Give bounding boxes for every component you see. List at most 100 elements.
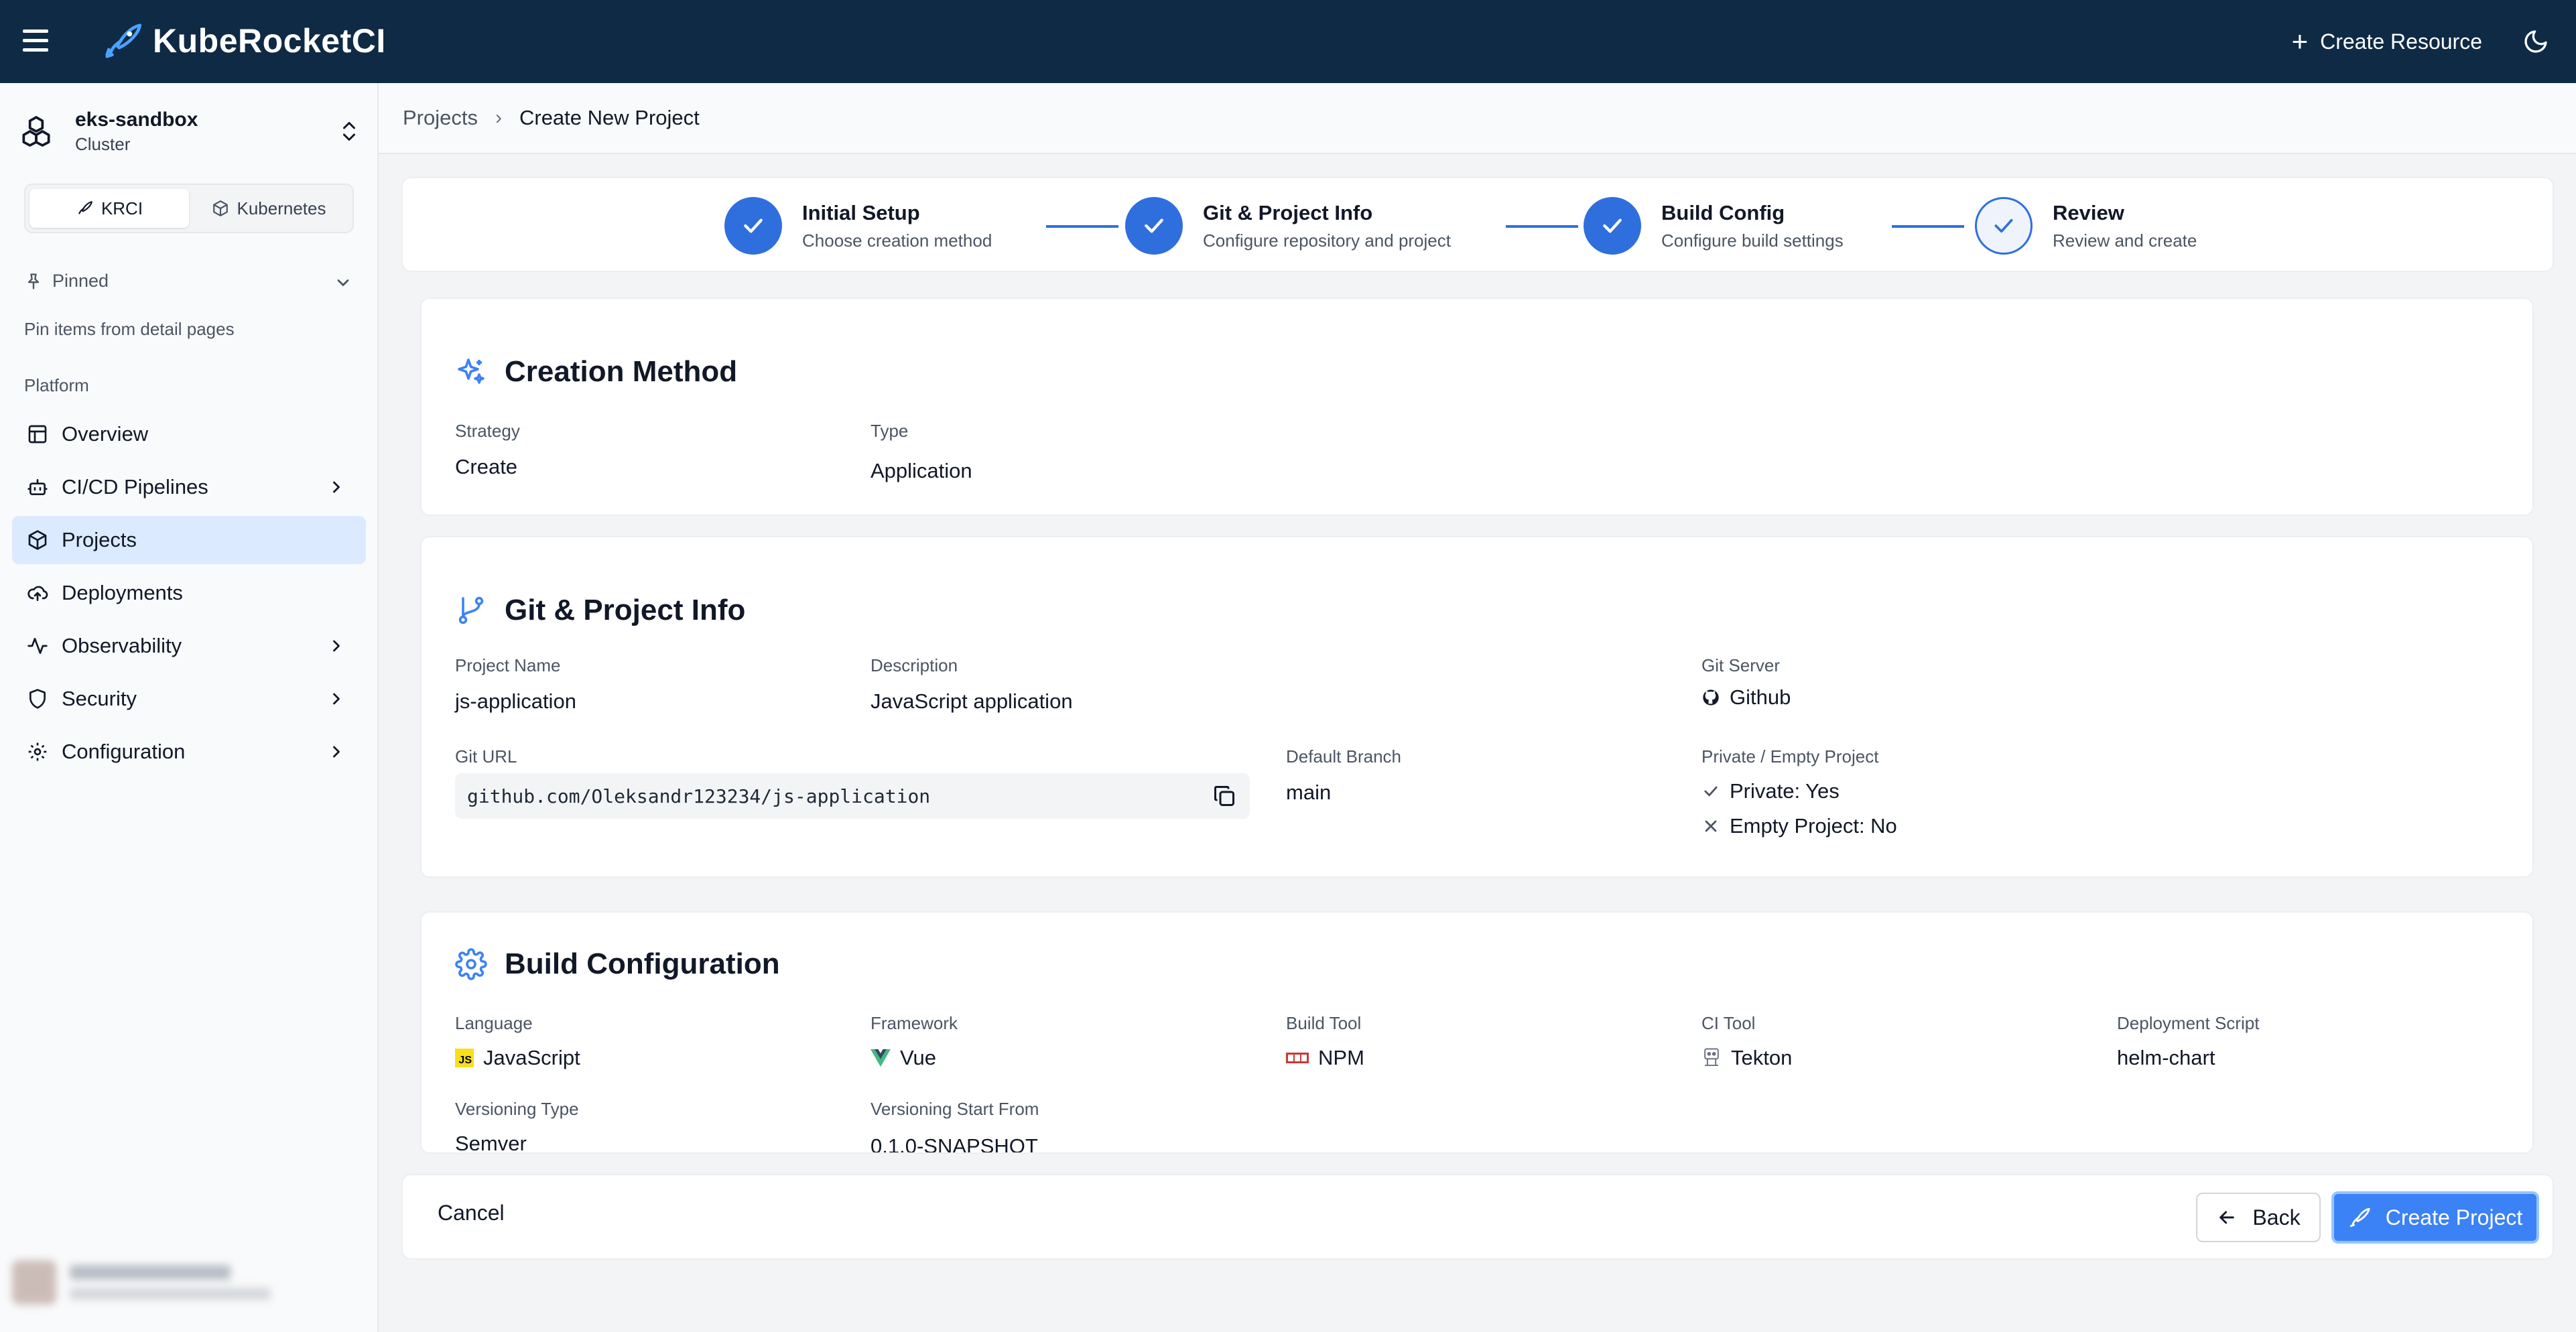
sidebar-item-cicd-pipelines[interactable]: CI/CD Pipelines	[12, 463, 366, 511]
avatar	[12, 1260, 56, 1305]
rocket-icon	[78, 201, 92, 214]
gear-icon	[455, 948, 487, 980]
sidebar-item-label: Deployments	[62, 581, 183, 604]
rocket-icon	[2349, 1207, 2370, 1227]
breadcrumb-projects-link[interactable]: Projects	[403, 106, 478, 130]
create-resource-label: Create Resource	[2320, 29, 2482, 54]
sidebar-nav: Overview CI/CD Pipelines Projects Deploy…	[12, 410, 366, 781]
pin-icon	[27, 273, 40, 289]
layout-icon	[25, 422, 50, 446]
box-icon	[212, 200, 228, 216]
sidebar-item-label: Configuration	[62, 740, 186, 763]
step-connector	[1506, 225, 1578, 228]
cancel-button[interactable]: Cancel	[438, 1201, 505, 1225]
check-icon	[1975, 197, 2033, 255]
bot-icon	[25, 475, 50, 499]
sidebar: eks-sandbox Cluster KRCI Kubernetes Pinn…	[0, 83, 379, 1332]
sidebar-item-observability[interactable]: Observability	[12, 622, 366, 670]
private-value: Private: Yes	[1730, 779, 1840, 803]
wizard-stepper: Initial Setup Choose creation method Git …	[401, 177, 2554, 272]
cluster-switcher[interactable]: eks-sandbox Cluster	[17, 103, 366, 159]
build-tool-field: Build Tool NPM	[1286, 1013, 1364, 1069]
check-icon	[1584, 197, 1641, 255]
sidebar-item-security[interactable]: Security	[12, 675, 366, 723]
shield-icon	[25, 687, 50, 711]
create-project-button[interactable]: Create Project	[2331, 1191, 2539, 1244]
type-field: Type Application	[871, 421, 972, 482]
framework-field: Framework Vue	[871, 1013, 958, 1069]
step-title: Build Config	[1661, 200, 1785, 224]
section-title: Build Configuration	[505, 947, 780, 980]
pinned-toggle[interactable]: Pinned	[24, 271, 352, 291]
git-url-field: github.com/Oleksandr123234/js-applicatio…	[455, 773, 1250, 819]
sidebar-item-overview[interactable]: Overview	[12, 410, 366, 458]
deployment-script-field: Deployment Script helm-chart	[2117, 1013, 2260, 1069]
git-server-field: Git Server Github	[1701, 655, 1791, 709]
git-url-label: Git URL	[455, 746, 517, 767]
breadcrumb: Projects › Create New Project	[379, 83, 2576, 154]
step-build-config[interactable]: Build Config Configure build settings	[1584, 197, 1844, 255]
app-title: KubeRocketCI	[153, 22, 386, 60]
project-name-field: Project Name js-application	[455, 655, 576, 713]
sidebar-item-label: Projects	[62, 528, 137, 551]
sidebar-item-label: Observability	[62, 634, 182, 657]
private-empty-field: Private / Empty Project Private: Yes Emp…	[1701, 746, 1897, 838]
create-resource-button[interactable]: + Create Resource	[2292, 27, 2482, 56]
menu-icon[interactable]	[23, 29, 51, 54]
chevron-right-icon	[333, 746, 340, 758]
breadcrumb-separator-icon: ›	[495, 107, 502, 129]
user-menu-blurred[interactable]	[12, 1249, 361, 1316]
cloud-upload-icon	[25, 581, 50, 605]
plus-icon: +	[2291, 25, 2309, 57]
cluster-icon	[22, 116, 50, 147]
step-desc: Configure build settings	[1661, 230, 1844, 251]
activity-icon	[25, 634, 50, 658]
step-desc: Review and create	[2053, 230, 2197, 251]
app-logo[interactable]: KubeRocketCI	[102, 20, 386, 62]
step-review[interactable]: Review Review and create	[1975, 197, 2197, 255]
wizard-footer: Cancel Back Create Project	[401, 1174, 2554, 1260]
tekton-icon	[1704, 1048, 1719, 1067]
step-initial-setup[interactable]: Initial Setup Choose creation method	[724, 197, 992, 255]
sidebar-item-projects[interactable]: Projects	[12, 516, 366, 564]
sidebar-item-deployments[interactable]: Deployments	[12, 569, 366, 617]
vue-icon	[871, 1049, 891, 1067]
creation-method-section: Creation Method Strategy Create Type App…	[420, 297, 2534, 516]
box-icon	[25, 528, 50, 552]
main-content: Projects › Create New Project Initial Se…	[379, 83, 2576, 1332]
pinned-label: Pinned	[52, 271, 109, 291]
git-server-value: Github	[1730, 685, 1791, 709]
mode-kubernetes-tab[interactable]: Kubernetes	[189, 189, 348, 228]
sidebar-item-label: Security	[62, 687, 137, 710]
ci-tool-field: CI Tool Tekton	[1701, 1013, 1793, 1069]
git-branch-icon	[458, 596, 484, 624]
chevron-up-down-icon	[343, 122, 355, 141]
versioning-start-field: Versioning Start From 0.1.0-SNAPSHOT	[871, 1099, 1039, 1154]
github-icon	[1703, 689, 1719, 706]
sidebar-item-label: Overview	[62, 422, 149, 446]
check-icon	[724, 197, 782, 255]
default-branch-field: Default Branch main	[1286, 746, 1401, 804]
empty-project-value: Empty Project: No	[1730, 814, 1897, 838]
step-connector	[1046, 225, 1118, 228]
step-git-project-info[interactable]: Git & Project Info Configure repository a…	[1125, 197, 1451, 255]
sidebar-item-label: CI/CD Pipelines	[62, 475, 208, 498]
check-icon	[1125, 197, 1183, 255]
x-icon	[1705, 820, 1717, 832]
npm-icon	[1286, 1053, 1309, 1063]
chevron-right-icon	[333, 481, 340, 493]
cluster-name: eks-sandbox	[75, 108, 198, 131]
mode-krci-tab[interactable]: KRCI	[29, 189, 189, 228]
sidebar-item-configuration[interactable]: Configuration	[12, 728, 366, 776]
moon-icon[interactable]	[2522, 28, 2549, 55]
git-project-info-section: Git & Project Info Project Name js-appli…	[420, 536, 2534, 878]
copy-icon[interactable]	[1212, 784, 1236, 808]
sparkles-icon	[458, 358, 485, 384]
step-desc: Choose creation method	[802, 230, 992, 251]
step-title: Initial Setup	[802, 200, 920, 224]
back-button[interactable]: Back	[2196, 1193, 2321, 1242]
language-field: Language JS JavaScript	[455, 1013, 580, 1069]
chevron-right-icon	[333, 693, 340, 705]
create-project-label: Create Project	[2385, 1205, 2523, 1229]
git-url-value: github.com/Oleksandr123234/js-applicatio…	[467, 785, 931, 807]
